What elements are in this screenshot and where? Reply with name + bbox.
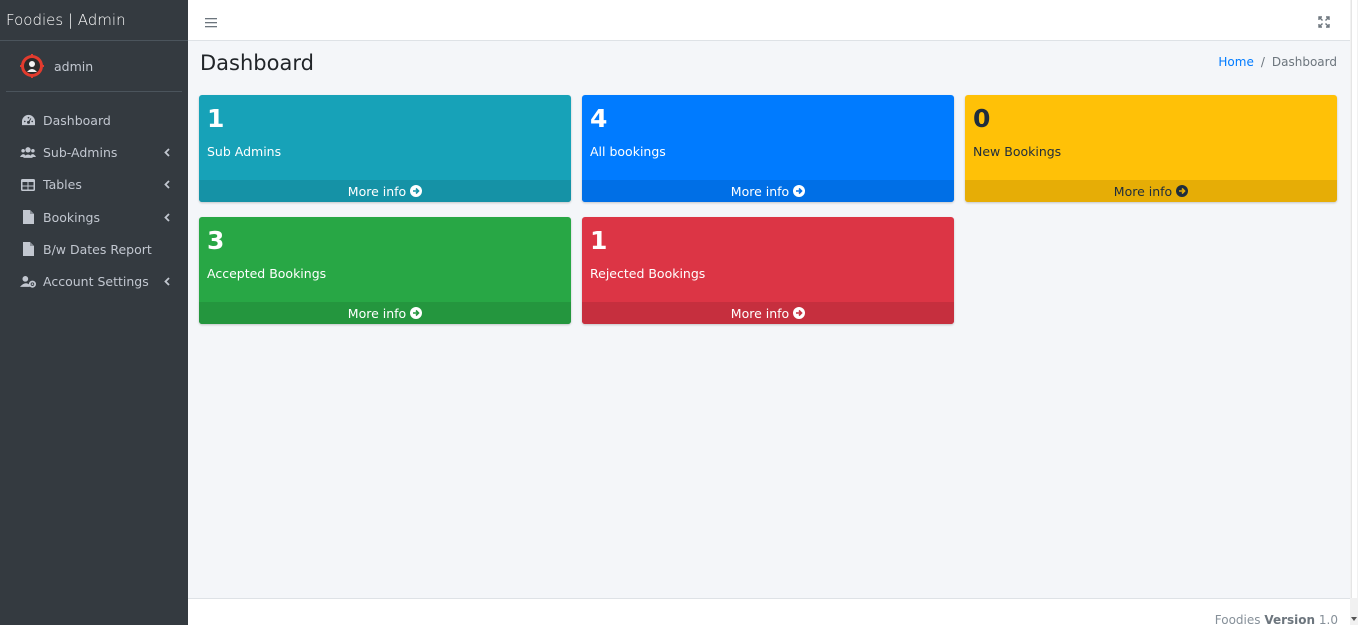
sidebar-item-bw-dates-report[interactable]: B/w Dates Report bbox=[0, 233, 188, 265]
box-label: Accepted Bookings bbox=[207, 266, 327, 281]
sidebar-item-tables[interactable]: Tables bbox=[0, 169, 188, 201]
user-panel: admin bbox=[6, 41, 182, 92]
sidebar-item-label: Sub-Admins bbox=[43, 144, 118, 160]
arrow-circle-right-icon bbox=[793, 307, 806, 319]
chevron-left-icon bbox=[162, 147, 172, 157]
menu-toggle-icon[interactable] bbox=[205, 13, 219, 28]
arrow-circle-right-icon bbox=[410, 185, 423, 197]
arrow-circle-right-icon bbox=[793, 185, 806, 197]
arrow-circle-right-icon bbox=[1176, 185, 1189, 197]
more-info-label: More info bbox=[347, 183, 407, 199]
sidebar-item-label: Bookings bbox=[43, 209, 100, 225]
new-bookings-box: 0 New Bookings More info bbox=[965, 95, 1337, 202]
sub-admins-box: 1 Sub Admins More info bbox=[199, 95, 571, 202]
brand-link[interactable]: Foodies | Admin bbox=[0, 0, 188, 41]
more-info-label: More info bbox=[730, 183, 790, 199]
box-count: 3 bbox=[207, 226, 225, 255]
box-count: 4 bbox=[590, 104, 608, 133]
box-count: 1 bbox=[207, 104, 225, 133]
breadcrumb-home-link[interactable]: Home bbox=[1218, 55, 1253, 69]
sidebar-item-dashboard[interactable]: Dashboard bbox=[0, 104, 188, 136]
scrollbar-thumb[interactable] bbox=[1351, 0, 1357, 598]
user-cog-icon bbox=[20, 274, 36, 290]
users-icon bbox=[20, 144, 36, 160]
more-info-label: More info bbox=[1113, 183, 1173, 199]
box-label: New Bookings bbox=[973, 144, 1062, 159]
footer-version: 1.0 bbox=[1318, 613, 1338, 625]
sidebar-item-account-settings[interactable]: Account Settings bbox=[0, 265, 188, 297]
main-footer: Foodies Version 1.0 bbox=[188, 598, 1350, 625]
dashboard-icon bbox=[20, 112, 36, 128]
sidebar: Foodies | Admin admin Dashboard Sub-Admi… bbox=[0, 0, 188, 625]
sidebar-item-label: Dashboard bbox=[43, 112, 111, 128]
breadcrumb-separator: / bbox=[1260, 55, 1265, 69]
more-info-link[interactable]: More info bbox=[199, 302, 571, 324]
more-info-label: More info bbox=[730, 305, 790, 321]
sidebar-item-label: B/w Dates Report bbox=[43, 241, 152, 257]
box-label: Sub Admins bbox=[207, 144, 282, 159]
table-icon bbox=[20, 177, 36, 193]
page-title: Dashboard bbox=[200, 51, 314, 75]
all-bookings-box: 4 All bookings More info bbox=[582, 95, 954, 202]
fullscreen-icon[interactable] bbox=[1318, 13, 1332, 28]
rejected-bookings-box: 1 Rejected Bookings More info bbox=[582, 217, 954, 324]
box-label: Rejected Bookings bbox=[590, 266, 706, 281]
more-info-link[interactable]: More info bbox=[582, 302, 954, 324]
user-name[interactable]: admin bbox=[54, 59, 93, 74]
footer-app-name: Foodies bbox=[1214, 613, 1261, 625]
top-navbar bbox=[188, 0, 1350, 41]
sidebar-item-label: Account Settings bbox=[43, 274, 149, 290]
sidebar-nav: Dashboard Sub-Admins Tables Bookings B/w… bbox=[0, 92, 188, 298]
chevron-left-icon bbox=[162, 277, 172, 287]
chevron-left-icon bbox=[162, 180, 172, 190]
box-count: 0 bbox=[973, 104, 991, 133]
file-icon bbox=[20, 209, 36, 225]
footer-version-label: Version bbox=[1264, 613, 1316, 625]
breadcrumb: Home / Dashboard bbox=[1218, 55, 1337, 69]
breadcrumb-current: Dashboard bbox=[1271, 55, 1337, 69]
more-info-link[interactable]: More info bbox=[199, 180, 571, 202]
page-scrollbar[interactable] bbox=[1350, 0, 1358, 625]
admin-avatar-icon[interactable] bbox=[20, 54, 44, 78]
scroll-down-arrow-icon[interactable] bbox=[1351, 617, 1357, 621]
sidebar-item-bookings[interactable]: Bookings bbox=[0, 201, 188, 233]
more-info-link[interactable]: More info bbox=[965, 180, 1337, 202]
version-text: Foodies Version 1.0 bbox=[1215, 613, 1338, 625]
file-icon bbox=[20, 241, 36, 257]
arrow-circle-right-icon bbox=[410, 307, 423, 319]
chevron-left-icon bbox=[162, 212, 172, 222]
accepted-bookings-box: 3 Accepted Bookings More info bbox=[199, 217, 571, 324]
box-label: All bookings bbox=[590, 144, 666, 159]
box-count: 1 bbox=[590, 226, 608, 255]
more-info-label: More info bbox=[347, 305, 407, 321]
more-info-link[interactable]: More info bbox=[582, 180, 954, 202]
sidebar-item-label: Tables bbox=[43, 177, 82, 193]
sidebar-item-sub-admins[interactable]: Sub-Admins bbox=[0, 136, 188, 168]
